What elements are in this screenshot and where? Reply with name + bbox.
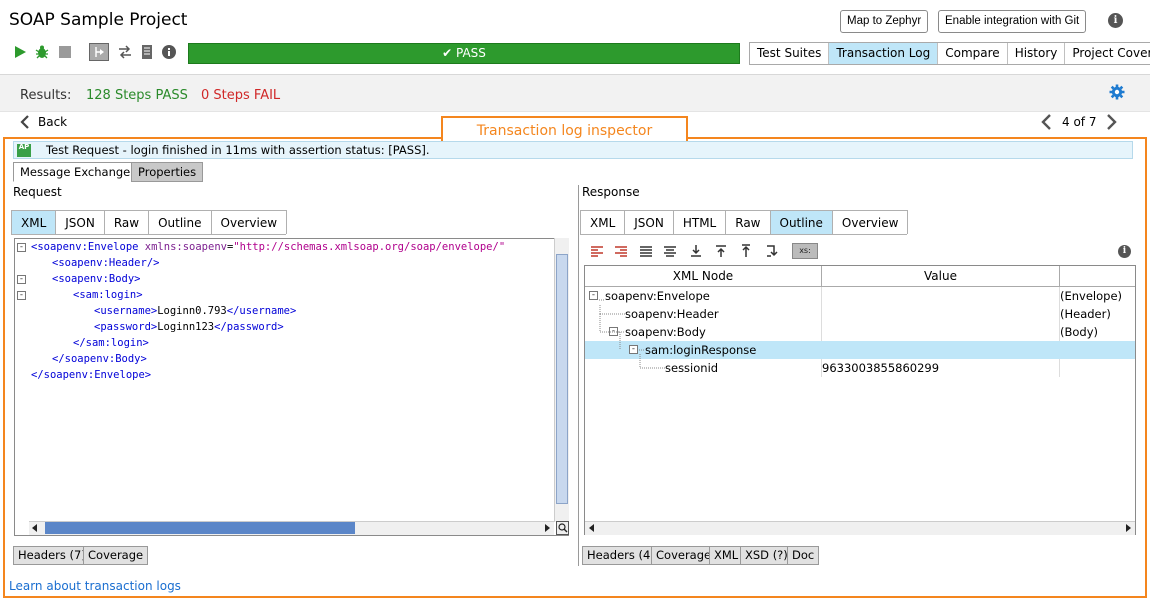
fold-collapse-icon[interactable]: - (17, 275, 26, 284)
code-line: <sam:login> (73, 289, 143, 301)
request-tab-coverage[interactable]: Coverage (83, 546, 149, 565)
response-label: Response (582, 185, 640, 199)
pager: 4 of 7 (1040, 114, 1118, 130)
align-left-icon[interactable] (590, 244, 604, 258)
chevron-right-icon[interactable] (1106, 114, 1118, 130)
expand-down-icon[interactable] (689, 244, 703, 258)
column-header-type[interactable] (1060, 266, 1135, 287)
tab-compare[interactable]: Compare (938, 43, 1008, 64)
assertion-pass-icon: AP (17, 144, 31, 157)
info-circle-icon[interactable] (161, 44, 177, 60)
info-icon[interactable]: i (1108, 13, 1123, 28)
status-strip: Test Request - login finished in 11ms wi… (13, 141, 1133, 159)
tree-row-selected[interactable]: - sam:loginResponse (585, 341, 1135, 359)
request-tab-outline[interactable]: Outline (148, 210, 212, 234)
project-title: SOAP Sample Project (9, 10, 188, 30)
vertical-scroll-thumb[interactable] (556, 254, 568, 504)
move-up-icon[interactable] (739, 244, 753, 258)
panel-divider[interactable] (578, 185, 579, 566)
align-justify-icon[interactable] (639, 244, 653, 258)
chevron-left-icon (20, 115, 29, 129)
response-tab-outline[interactable]: Outline (769, 210, 833, 234)
collapse-up-icon[interactable] (714, 244, 728, 258)
tree-row[interactable]: - soapenv:Envelope (Envelope) (585, 287, 1135, 305)
request-label: Request (13, 185, 62, 199)
code-line: </sam:login> (73, 337, 149, 349)
align-right-icon[interactable] (614, 244, 628, 258)
code-line: <soapenv:Body> (52, 273, 141, 285)
align-center-icon[interactable] (663, 244, 677, 258)
tree-connector-lines (599, 299, 665, 369)
step-icon[interactable] (89, 43, 109, 61)
response-tab-xml[interactable]: XML (580, 210, 626, 234)
steps-fail-count: 0 Steps FAIL (201, 88, 281, 103)
tree-row[interactable]: sessionid 9633003855860299 (585, 359, 1135, 377)
fold-collapse-icon[interactable]: - (17, 291, 26, 300)
response-tab-html[interactable]: HTML (672, 210, 727, 234)
pass-status-bar: ✔ PASS (188, 43, 740, 64)
column-header-value[interactable]: Value (822, 266, 1060, 287)
transfer-icon[interactable] (117, 44, 133, 60)
response-tab-raw[interactable]: Raw (725, 210, 771, 234)
chevron-left-icon[interactable] (1040, 114, 1052, 130)
scroll-right-icon[interactable] (543, 523, 551, 533)
enable-git-button[interactable]: Enable integration with Git (938, 10, 1087, 33)
xs-schema-button[interactable]: xs: (792, 243, 818, 259)
pass-label: PASS (455, 46, 486, 60)
horizontal-scroll-thumb[interactable] (45, 522, 355, 534)
run-icon[interactable] (12, 44, 28, 60)
code-line: </soapenv:Envelope> (31, 369, 152, 381)
scroll-left-icon[interactable] (588, 523, 596, 533)
request-tab-xml[interactable]: XML (11, 210, 57, 234)
results-label: Results: (20, 88, 72, 103)
code-line: <soapenv:Header/> (52, 257, 160, 269)
info-icon[interactable]: i (1118, 245, 1131, 258)
check-icon: ✔ (442, 46, 453, 60)
tree-row[interactable]: - soapenv:Body (Body) (585, 323, 1135, 341)
back-label: Back (38, 115, 68, 129)
tab-test-suites[interactable]: Test Suites (750, 43, 830, 64)
fold-collapse-icon[interactable]: - (17, 243, 26, 252)
stop-icon[interactable] (57, 44, 73, 60)
code-line: <soapenv:Envelope xmlns:soapenv="http://… (31, 241, 506, 253)
response-tab-doc[interactable]: Doc (787, 546, 820, 565)
move-down-icon[interactable] (765, 244, 779, 258)
tree-row[interactable]: soapenv:Header (Header) (585, 305, 1135, 323)
code-line: <password>Loginn123</password> (94, 321, 284, 333)
request-tab-raw[interactable]: Raw (103, 210, 150, 234)
steps-pass-count: 128 Steps PASS (86, 88, 188, 103)
response-view-tabs: XML JSON HTML Raw Outline Overview (580, 210, 909, 235)
request-view-tabs: XML JSON Raw Outline Overview (11, 210, 288, 235)
debug-icon[interactable] (34, 44, 50, 60)
tab-properties[interactable]: Properties (131, 162, 204, 182)
response-tab-json[interactable]: JSON (624, 210, 674, 234)
zoom-icon[interactable] (556, 521, 569, 535)
request-tab-json[interactable]: JSON (55, 210, 105, 234)
scroll-right-icon[interactable] (1124, 523, 1132, 533)
map-to-zephyr-button[interactable]: Map to Zephyr (840, 10, 929, 33)
response-tab-coverage[interactable]: Coverage (651, 546, 717, 565)
scroll-left-icon[interactable] (31, 523, 39, 533)
code-line: </soapenv:Body> (52, 353, 147, 365)
column-header-xml-node[interactable]: XML Node (585, 266, 822, 287)
gear-icon[interactable] (1109, 84, 1125, 100)
request-tab-overview[interactable]: Overview (210, 210, 288, 234)
document-icon[interactable] (139, 44, 155, 60)
tab-transaction-log[interactable]: Transaction Log (829, 43, 939, 64)
response-tab-xsd[interactable]: XSD (?) (740, 546, 793, 565)
request-tab-headers[interactable]: Headers (7) (13, 546, 91, 565)
response-tab-xml[interactable]: XML (709, 546, 744, 565)
tab-message-exchange[interactable]: Message Exchange (13, 162, 138, 182)
tab-history[interactable]: History (1007, 43, 1066, 64)
tab-project-coverage[interactable]: Project Coverage (1065, 43, 1150, 64)
view-tabs: Test Suites Transaction Log Compare Hist… (749, 42, 1150, 65)
pager-text: 4 of 7 (1062, 115, 1097, 129)
back-button[interactable]: Back (20, 115, 67, 129)
response-tab-headers[interactable]: Headers (4) (582, 546, 660, 565)
code-line: <username>Loginn0.793</username> (94, 305, 297, 317)
learn-link[interactable]: Learn about transaction logs (9, 579, 181, 593)
horizontal-scrollbar[interactable] (585, 521, 1135, 535)
response-tab-overview[interactable]: Overview (831, 210, 909, 234)
